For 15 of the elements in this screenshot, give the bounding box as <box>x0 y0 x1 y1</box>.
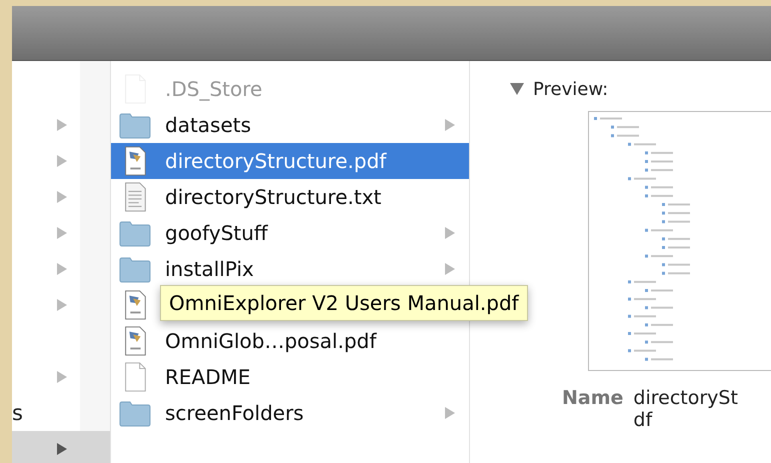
folder-name: s <box>12 401 23 425</box>
field-value: directorySt <box>633 387 738 409</box>
file-name: .DS_Store <box>165 77 264 101</box>
preview-heading: Preview: <box>533 78 608 100</box>
tooltip: OmniExplorer V2 Users Manual.pdf <box>160 285 528 321</box>
file-name: directoryStructure.txt <box>165 185 382 209</box>
file-name: screenFolders <box>165 401 305 425</box>
file-name: datasets <box>165 113 252 137</box>
file-name: OmniGlob…posal.pdf <box>165 329 378 353</box>
file-name: directoryStructure.pdf <box>165 149 388 173</box>
field-label: Name <box>562 387 624 411</box>
file-name: goofyStuff <box>165 221 269 245</box>
field-value: df <box>633 409 654 431</box>
file-name: README <box>165 365 252 389</box>
file-name: installPix <box>165 257 255 281</box>
